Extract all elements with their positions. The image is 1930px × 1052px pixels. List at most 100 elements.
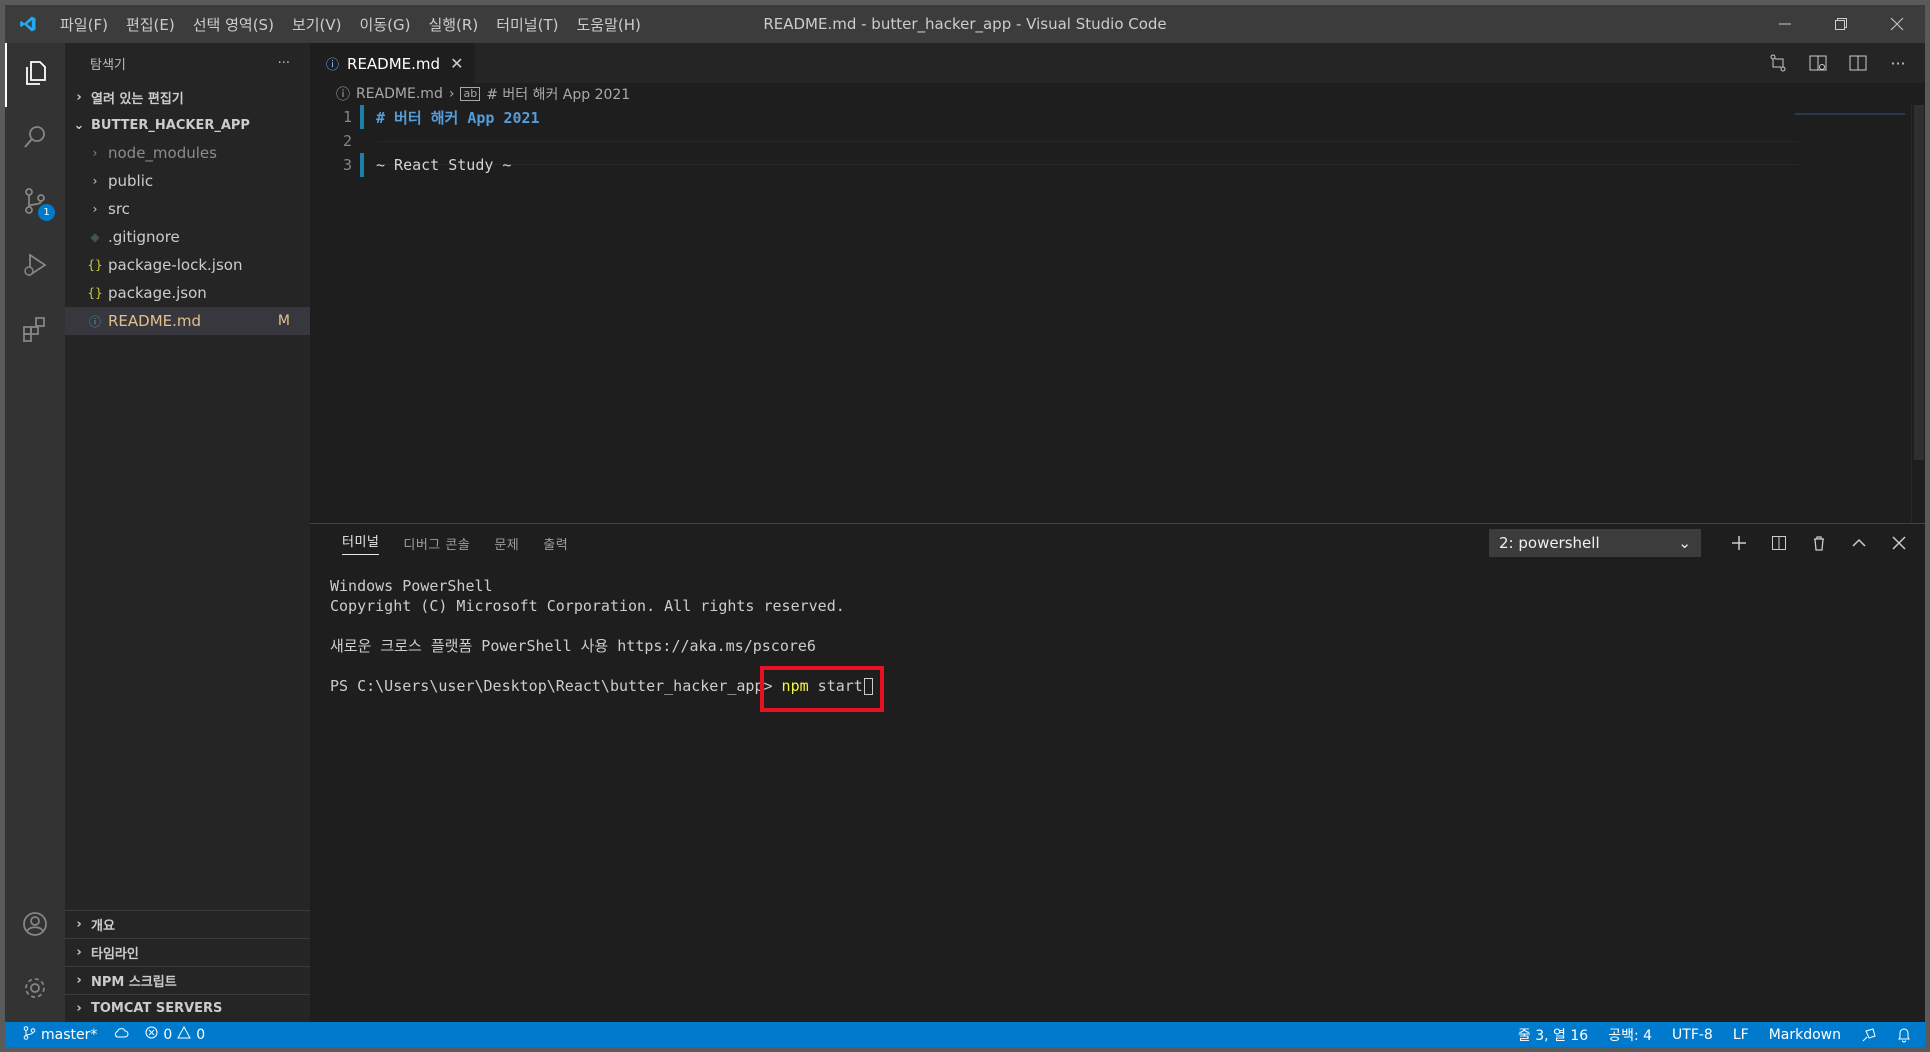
kill-terminal-button[interactable] — [1803, 527, 1835, 559]
tree-item-src[interactable]: › src — [65, 195, 310, 223]
menu-file[interactable]: 파일(F) — [51, 14, 117, 35]
editor-scrollbar[interactable] — [1911, 105, 1925, 523]
source-control-activity[interactable]: 1 — [5, 171, 65, 235]
menu-edit[interactable]: 편집(E) — [117, 14, 184, 35]
code-line: 3 ~ React Study ~ — [310, 153, 1910, 177]
files-icon — [22, 59, 50, 91]
line-text: # 버터 해커 App 2021 — [376, 108, 540, 127]
outline-label: 개요 — [91, 919, 115, 934]
menu-help[interactable]: 도움말(H) — [567, 14, 649, 35]
new-terminal-button[interactable] — [1723, 527, 1755, 559]
explorer-activity[interactable] — [5, 43, 65, 107]
open-preview-button[interactable] — [1801, 46, 1835, 80]
modified-badge: M — [277, 313, 290, 329]
split-terminal-button[interactable] — [1763, 527, 1795, 559]
tree-item-public[interactable]: › public — [65, 167, 310, 195]
language-mode[interactable]: Markdown — [1769, 1027, 1841, 1043]
tree-item-node-modules[interactable]: › node_modules — [65, 139, 310, 167]
tab-terminal-label: 터미널 — [342, 531, 380, 555]
search-activity[interactable] — [5, 107, 65, 171]
minimize-button[interactable] — [1757, 5, 1813, 43]
tab-debug-console[interactable]: 디버그 콘솔 — [391, 524, 482, 562]
more-actions-button[interactable]: ··· — [278, 56, 290, 71]
tree-item-label: package-lock.json — [108, 256, 243, 274]
panel-actions: 2: powershell ⌄ — [1489, 524, 1915, 562]
more-actions-icon[interactable]: ··· — [1881, 46, 1915, 80]
search-icon — [21, 123, 49, 155]
status-bar: master* 0 0 줄 3, 열 16 공백: 4 UTF-8 LF Mar… — [5, 1022, 1925, 1047]
scrollbar-thumb[interactable] — [1914, 105, 1924, 460]
tab-problems-label: 문제 — [494, 537, 520, 553]
indentation[interactable]: 공백: 4 — [1608, 1025, 1652, 1045]
tomcat-servers-section[interactable]: › TOMCAT SERVERS — [65, 994, 310, 1022]
restore-button[interactable] — [1813, 5, 1869, 43]
line-number: 1 — [342, 108, 352, 126]
breadcrumb-file[interactable]: README.md — [356, 86, 443, 102]
manage-activity[interactable] — [5, 958, 65, 1022]
open-changes-button[interactable] — [1761, 46, 1795, 80]
tab-terminal[interactable]: 터미널 — [330, 524, 391, 562]
bottom-panel: 터미널 디버그 콘솔 문제 출력 2: powershell ⌄ Windows… — [310, 523, 1925, 1022]
status-right: 줄 3, 열 16 공백: 4 UTF-8 LF Markdown — [1518, 1022, 1925, 1047]
menu-terminal[interactable]: 터미널(T) — [487, 14, 567, 35]
symbol-string-icon: ab — [460, 87, 481, 101]
git-branch-icon — [23, 1025, 36, 1044]
open-editors-section[interactable]: › 열려 있는 편집기 — [65, 83, 310, 111]
timeline-section[interactable]: › 타임라인 — [65, 938, 310, 966]
project-section[interactable]: ⌄ BUTTER_HACKER_APP — [65, 111, 310, 139]
npm-scripts-section[interactable]: › NPM 스크립트 — [65, 966, 310, 994]
warning-icon — [177, 1025, 192, 1043]
extensions-icon — [21, 315, 49, 347]
cursor-position[interactable]: 줄 3, 열 16 — [1518, 1025, 1588, 1045]
close-panel-button[interactable] — [1883, 527, 1915, 559]
end-of-line[interactable]: LF — [1733, 1027, 1749, 1043]
error-count: 0 — [163, 1026, 173, 1043]
menu-go[interactable]: 이동(G) — [351, 14, 420, 35]
activity-bar: 1 — [5, 43, 65, 1022]
sync-status[interactable] — [113, 1027, 129, 1043]
chevron-right-icon: › — [76, 89, 82, 105]
menu-view[interactable]: 보기(V) — [283, 14, 351, 35]
split-editor-button[interactable] — [1841, 46, 1875, 80]
branch-name: master* — [41, 1026, 98, 1043]
problems-status[interactable]: 0 0 — [145, 1025, 206, 1043]
tab-readme[interactable]: ⓘ README.md ✕ — [310, 43, 476, 83]
branch-status[interactable]: master* — [23, 1025, 98, 1044]
menu-run[interactable]: 실행(R) — [419, 14, 487, 35]
tree-item-label: public — [108, 172, 154, 190]
chevron-right-icon: › — [92, 146, 98, 160]
warning-count: 0 — [196, 1026, 206, 1043]
run-debug-activity[interactable] — [5, 235, 65, 299]
tab-problems[interactable]: 문제 — [482, 524, 531, 562]
bell-icon[interactable] — [1897, 1027, 1911, 1043]
tree-item-package-lock[interactable]: {} package-lock.json — [65, 251, 310, 279]
terminal-select[interactable]: 2: powershell ⌄ — [1489, 529, 1701, 557]
menu-selection[interactable]: 선택 영역(S) — [184, 14, 283, 35]
chevron-right-icon: › — [76, 1001, 82, 1016]
tree-item-readme[interactable]: ⓘ README.md M — [65, 307, 310, 335]
editor-actions: ··· — [1761, 43, 1915, 83]
close-window-button[interactable] — [1869, 5, 1925, 43]
accounts-activity[interactable] — [5, 894, 65, 958]
line-number: 2 — [342, 132, 352, 150]
breadcrumb-symbol[interactable]: # 버터 해커 App 2021 — [486, 84, 630, 104]
vscode-window: 파일(F) 편집(E) 선택 영역(S) 보기(V) 이동(G) 실행(R) 터… — [5, 5, 1925, 1047]
info-icon: ⓘ — [336, 87, 350, 103]
maximize-panel-button[interactable] — [1843, 527, 1875, 559]
code-editor[interactable]: 1 # 버터 해커 App 2021 2 3 ~ React Study ~ — [310, 105, 1910, 177]
terminal-prompt: PS C:\Users\user\Desktop\React\butter_ha… — [330, 677, 782, 695]
encoding[interactable]: UTF-8 — [1672, 1027, 1713, 1043]
close-tab-icon[interactable]: ✕ — [450, 54, 463, 73]
chevron-right-icon: › — [76, 917, 82, 932]
tree-item-package-json[interactable]: {} package.json — [65, 279, 310, 307]
extensions-activity[interactable] — [5, 299, 65, 363]
editor-tabs: ⓘ README.md ✕ ··· — [310, 43, 1925, 83]
tree-item-label: node_modules — [108, 144, 217, 162]
feedback-icon[interactable] — [1861, 1027, 1877, 1043]
tree-item-gitignore[interactable]: ◆ .gitignore — [65, 223, 310, 251]
minimap[interactable] — [1795, 113, 1905, 115]
breadcrumb-separator-icon: › — [448, 86, 455, 102]
tab-output[interactable]: 출력 — [531, 524, 580, 562]
outline-section[interactable]: › 개요 — [65, 910, 310, 938]
title-bar: 파일(F) 편집(E) 선택 영역(S) 보기(V) 이동(G) 실행(R) 터… — [5, 5, 1925, 43]
